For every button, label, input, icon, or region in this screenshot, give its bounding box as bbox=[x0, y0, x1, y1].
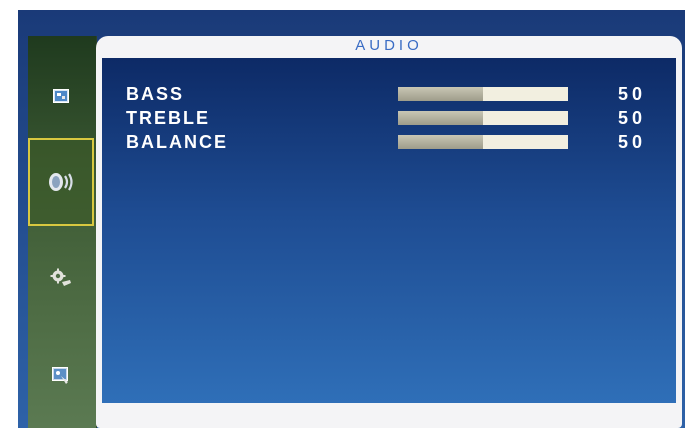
setting-row-bass[interactable]: BASS 50 bbox=[126, 84, 646, 108]
balance-slider[interactable] bbox=[398, 135, 568, 149]
treble-slider-fill bbox=[398, 111, 483, 125]
osd-sidebar bbox=[28, 36, 97, 428]
bass-slider[interactable] bbox=[398, 87, 568, 101]
display-icon bbox=[52, 367, 70, 385]
balance-slider-fill bbox=[398, 135, 483, 149]
sidebar-item-picture[interactable] bbox=[28, 66, 94, 126]
setting-row-treble[interactable]: TREBLE 50 bbox=[126, 108, 646, 132]
treble-slider[interactable] bbox=[398, 111, 568, 125]
menu-body: BASS 50 TREBLE 50 BALANCE 50 bbox=[102, 58, 676, 403]
setting-label: BALANCE bbox=[126, 132, 228, 152]
gear-icon bbox=[50, 268, 72, 288]
setting-label: TREBLE bbox=[126, 108, 210, 128]
menu-title: AUDIO bbox=[355, 37, 423, 54]
setting-value: 50 bbox=[617, 84, 646, 104]
sidebar-item-setup[interactable] bbox=[28, 248, 94, 308]
picture-icon bbox=[53, 89, 69, 103]
setting-value: 50 bbox=[617, 132, 646, 152]
speaker-icon bbox=[46, 171, 76, 193]
bass-slider-fill bbox=[398, 87, 483, 101]
setting-value: 50 bbox=[617, 108, 646, 128]
sidebar-item-audio[interactable] bbox=[28, 138, 94, 226]
audio-menu-panel: AUDIO BASS 50 TREBLE 50 BALANCE 50 bbox=[96, 36, 682, 428]
sidebar-item-display[interactable] bbox=[28, 346, 94, 406]
setting-row-balance[interactable]: BALANCE 50 bbox=[126, 132, 646, 156]
setting-label: BASS bbox=[126, 84, 185, 104]
